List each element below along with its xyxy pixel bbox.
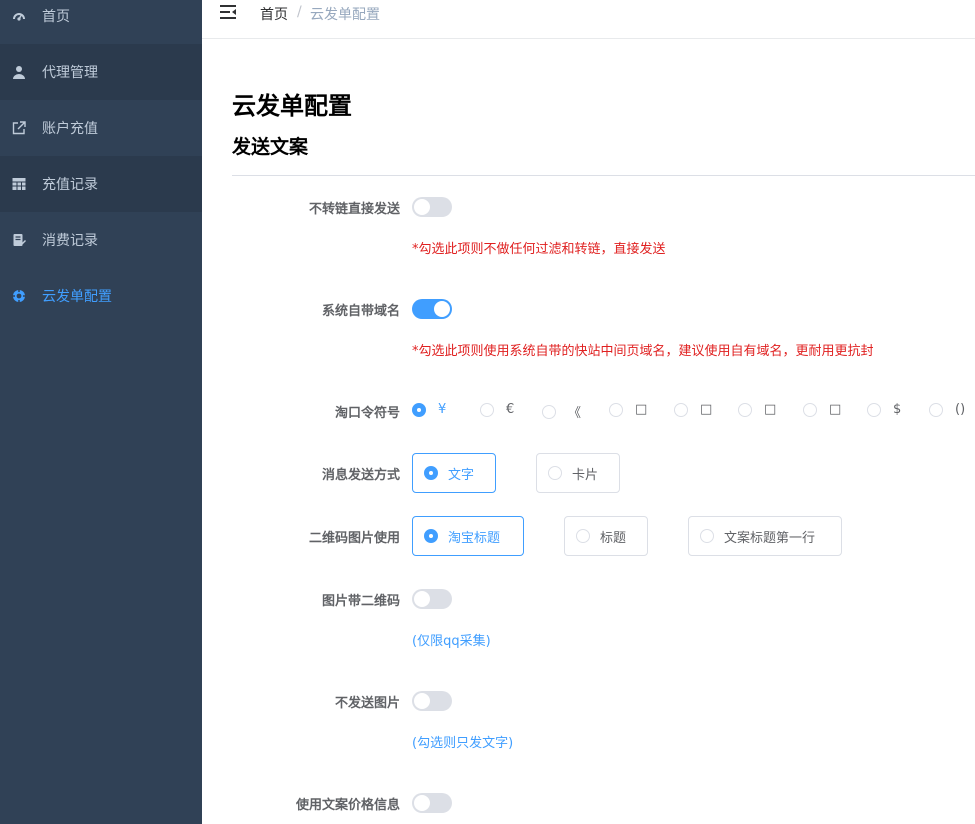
qr-image-radio-taobao-title[interactable]: 淘宝标题 xyxy=(412,516,524,556)
qr-image-label: 二维码图片使用 xyxy=(308,531,400,546)
dashboard-icon xyxy=(12,9,26,23)
no-image-switch[interactable] xyxy=(412,691,452,711)
radio-label: 标题 xyxy=(600,530,627,546)
radio-dot xyxy=(700,529,714,543)
radio-label: 文字 xyxy=(448,467,475,483)
divider xyxy=(232,175,975,176)
radio-dot xyxy=(412,402,426,417)
radio-dot xyxy=(738,402,752,417)
image-qr-switch[interactable] xyxy=(412,589,452,609)
radio-dot xyxy=(576,529,590,543)
radio-dot xyxy=(803,402,817,417)
radio-label: □ xyxy=(635,402,648,417)
radio-dot xyxy=(480,402,494,417)
sidebar: 首页 代理管理 账户充值 充值记录 消费记录 云发单配置 xyxy=(0,0,202,824)
radio-label: 文案标题第一行 xyxy=(724,530,816,546)
radio-dot xyxy=(674,402,688,417)
radio-label: 卡片 xyxy=(572,467,599,483)
table-icon xyxy=(12,177,26,191)
price-info-label: 使用文案价格信息 xyxy=(295,798,400,813)
page-title: 云发单配置 xyxy=(232,92,352,120)
switch-knob xyxy=(414,199,430,215)
system-domain-label: 系统自带域名 xyxy=(321,304,400,319)
sidebar-item-recharge[interactable]: 账户充值 xyxy=(0,100,202,156)
sidebar-item-agent[interactable]: 代理管理 xyxy=(0,44,202,100)
sidebar-item-label: 代理管理 xyxy=(42,65,98,81)
switch-knob xyxy=(434,301,450,317)
sidebar-item-consume-records[interactable]: 消费记录 xyxy=(0,212,202,268)
no-convert-switch[interactable] xyxy=(412,197,452,217)
tao-symbol-radio-bracket[interactable]: 《 xyxy=(542,402,581,421)
radio-label: $ xyxy=(893,402,902,417)
settings-icon xyxy=(12,289,26,303)
qr-image-radio-first-line[interactable]: 文案标题第一行 xyxy=(688,516,842,556)
switch-knob xyxy=(414,693,430,709)
tao-symbol-radio-box-3[interactable]: □ xyxy=(738,402,776,417)
radio-label: □ xyxy=(700,402,713,417)
send-mode-radio-text[interactable]: 文字 xyxy=(412,453,496,493)
system-domain-switch[interactable] xyxy=(412,299,452,319)
radio-dot xyxy=(424,466,438,480)
radio-dot xyxy=(424,529,438,543)
no-image-hint: (勾选则只发文字) xyxy=(412,736,514,751)
breadcrumb-separator: / xyxy=(297,4,302,20)
radio-label: 淘宝标题 xyxy=(448,530,501,546)
tao-symbol-radio-box-2[interactable]: □ xyxy=(674,402,712,417)
sidebar-item-label: 云发单配置 xyxy=(42,289,112,305)
tao-symbol-radio-box-4[interactable]: □ xyxy=(803,402,841,417)
switch-knob xyxy=(414,795,430,811)
radio-dot xyxy=(542,404,556,419)
radio-label: € xyxy=(506,402,515,417)
user-icon xyxy=(12,65,26,79)
breadcrumb-home[interactable]: 首页 xyxy=(260,4,288,24)
sidebar-item-cloud-config[interactable]: 云发单配置 xyxy=(0,268,202,324)
section-title: 发送文案 xyxy=(232,136,309,158)
sidebar-item-label: 充值记录 xyxy=(42,177,98,193)
radio-label: () xyxy=(955,402,966,417)
image-qr-label: 图片带二维码 xyxy=(321,594,400,609)
system-domain-hint: *勾选此项则使用系统自带的快站中间页域名，建议使用自有域名，更耐用更抗封 xyxy=(412,344,874,359)
external-link-icon xyxy=(12,121,26,135)
hamburger-icon[interactable] xyxy=(219,4,237,20)
radio-label: ¥ xyxy=(438,402,447,417)
image-qr-hint: (仅限qq采集) xyxy=(412,634,491,649)
radio-dot xyxy=(548,466,562,480)
radio-label: □ xyxy=(764,402,777,417)
tao-symbol-radio-parens[interactable]: () xyxy=(929,402,965,417)
sidebar-item-label: 账户充值 xyxy=(42,121,98,137)
sidebar-item-recharge-records[interactable]: 充值记录 xyxy=(0,156,202,212)
no-image-label: 不发送图片 xyxy=(334,696,400,711)
radio-dot xyxy=(609,402,623,417)
document-icon xyxy=(12,233,26,247)
radio-dot xyxy=(929,402,943,417)
no-convert-hint: *勾选此项则不做任何过滤和转链，直接发送 xyxy=(412,242,666,257)
tao-symbol-label: 淘口令符号 xyxy=(334,406,400,421)
navbar: 首页 / 云发单配置 xyxy=(202,0,975,39)
qr-image-radio-title[interactable]: 标题 xyxy=(564,516,648,556)
tao-symbol-radio-euro[interactable]: € xyxy=(480,402,514,417)
sidebar-item-label: 首页 xyxy=(42,9,70,25)
tao-symbol-radio-yen[interactable]: ¥ xyxy=(412,402,446,417)
no-convert-label: 不转链直接发送 xyxy=(308,202,400,217)
tao-symbol-radio-dollar[interactable]: $ xyxy=(867,402,901,417)
send-mode-label: 消息发送方式 xyxy=(321,468,400,483)
switch-knob xyxy=(414,591,430,607)
radio-label: 《 xyxy=(568,406,582,421)
price-info-switch[interactable] xyxy=(412,793,452,813)
sidebar-item-label: 消费记录 xyxy=(42,233,98,249)
send-mode-radio-card[interactable]: 卡片 xyxy=(536,453,620,493)
sidebar-item-home[interactable]: 首页 xyxy=(0,0,202,44)
breadcrumb-current: 云发单配置 xyxy=(310,7,380,23)
radio-dot xyxy=(867,402,881,417)
radio-label: □ xyxy=(829,402,842,417)
tao-symbol-radio-box-1[interactable]: □ xyxy=(609,402,647,417)
